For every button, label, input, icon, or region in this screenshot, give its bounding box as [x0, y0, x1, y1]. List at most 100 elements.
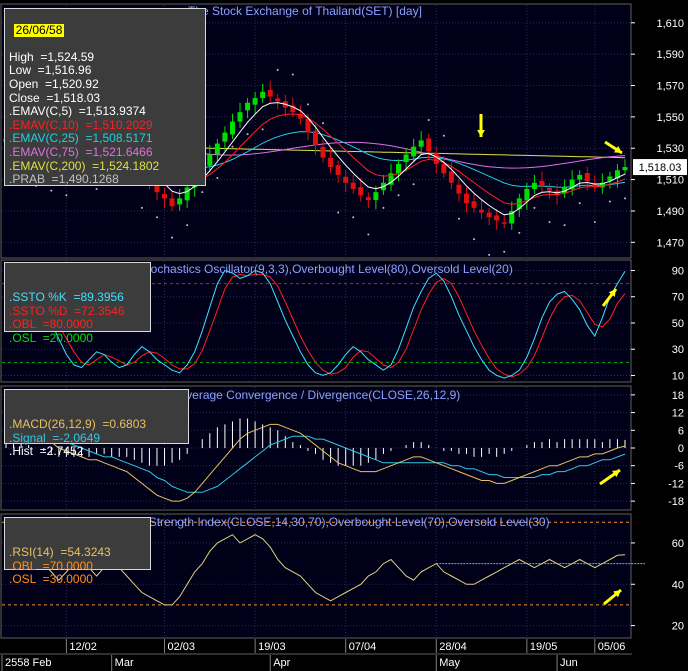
candle-down — [275, 98, 281, 102]
stoch-panel-title: Slow Stochastics Oscillator(9,3,3),Overb… — [110, 262, 513, 276]
candle-down — [584, 173, 590, 182]
prab-dot — [261, 128, 264, 131]
candle-down — [365, 197, 371, 200]
rsi-tick-label: 60 — [672, 538, 684, 550]
info-line: Low =1,516.96 — [9, 63, 92, 78]
prab-dot — [201, 191, 204, 194]
info-line: .Hist =2.7452 — [9, 444, 84, 459]
prab-dot — [457, 217, 460, 220]
prab-dot — [306, 103, 309, 106]
month-tick-label: May — [439, 657, 460, 669]
price-tick-label: 1,550 — [656, 112, 684, 124]
prab-dot — [397, 194, 400, 197]
date-tick-label: 19/03 — [258, 641, 286, 653]
prab-dot — [533, 206, 536, 209]
month-tick-label: Mar — [115, 657, 134, 669]
month-tick-label: Apr — [273, 657, 290, 669]
prab-dot — [442, 134, 445, 137]
info-line: .EMAV(C,75) =1,521.6466 — [9, 144, 153, 159]
candle-up — [245, 102, 251, 111]
info-line: .EMAV(C,5) =1,513.9374 — [9, 104, 146, 119]
candle-up — [373, 192, 379, 200]
prab-dot — [518, 231, 521, 234]
prab-dot — [171, 236, 174, 239]
candle-down — [501, 222, 507, 224]
prab-dot — [382, 206, 385, 209]
price-tick-label: 1,590 — [656, 49, 684, 61]
candle-up — [622, 167, 628, 171]
candle-down — [441, 163, 447, 174]
date-tick-label: 02/03 — [168, 641, 196, 653]
candle-down — [547, 187, 553, 191]
stoch-tick-label: 10 — [672, 370, 684, 382]
candle-up — [260, 91, 266, 99]
prab-dot — [140, 206, 143, 209]
candle-down — [328, 157, 334, 168]
macd-tick-label: -18 — [668, 496, 684, 508]
prab-dot — [473, 238, 476, 241]
price-tick-label: 1,510 — [656, 175, 684, 187]
candle-up — [229, 121, 235, 135]
prab-dot — [352, 216, 355, 219]
date-tick-label: 19/05 — [530, 641, 558, 653]
candle-down — [350, 182, 356, 190]
prab-dot — [624, 197, 626, 200]
date-tick-label: 07/04 — [349, 641, 377, 653]
macd-info-box[interactable]: .MACD(26,12,9) =0.6803 .Signal =-2.0649 .H… — [4, 389, 189, 458]
candle-down — [539, 180, 545, 186]
rsi-panel-title: Relative Strength Index(CLOSE,14,30,70),… — [102, 515, 550, 529]
prab-dot — [412, 183, 415, 186]
candle-down — [267, 89, 273, 97]
prab-dot — [337, 211, 340, 214]
prab-dot — [593, 220, 596, 223]
candle-up — [222, 132, 228, 142]
candle-down — [471, 201, 477, 208]
candle-up — [214, 143, 220, 155]
info-line: .EMAV(C,10) =1,510.2029 — [9, 117, 153, 132]
candle-up — [237, 112, 243, 122]
info-line: High =1,524.59 — [9, 49, 95, 64]
candle-up — [418, 140, 424, 147]
candle-down — [320, 146, 326, 158]
candle-down — [456, 184, 462, 194]
candle-down — [448, 171, 454, 183]
price-info-box[interactable]: 26/06/58 High =1,524.59 Low =1,516.96 Open… — [4, 8, 206, 186]
stoch-info-box[interactable]: .SSTO %K =89.3956 .SSTO %D =72.3546 .OBL =… — [4, 262, 151, 345]
info-line: .PRAB =1,490.1268 — [9, 172, 119, 187]
price-tick-label: 1,530 — [656, 143, 684, 155]
x-axis-area — [0, 639, 688, 671]
prab-dot — [578, 202, 581, 205]
candle-up — [524, 189, 530, 201]
info-line: Close =1,518.03 — [9, 90, 101, 105]
stoch-tick-label: 30 — [672, 344, 684, 356]
last-price-label: 1,518.03 — [639, 162, 682, 174]
info-line: .OSL =20.0000 — [9, 330, 93, 345]
price-tick-label: 1,610 — [656, 18, 684, 30]
candle-down — [426, 138, 432, 152]
date-tick-label: 12/02 — [69, 641, 97, 653]
prab-dot — [186, 224, 189, 227]
candle-up — [411, 146, 417, 157]
candle-up — [207, 154, 213, 166]
date-tick-label: 05/06 — [598, 641, 626, 653]
candle-up — [403, 154, 409, 163]
month-tick-label: 2558 Feb — [5, 657, 51, 669]
rsi-info-box[interactable]: .RSI(14) =54.3243 .OBL =70.0000 .OSL =30.0… — [4, 517, 151, 586]
candle-down — [494, 215, 500, 221]
prab-dot — [155, 216, 158, 219]
rsi-tick-label: 40 — [672, 579, 684, 591]
prab-dot — [488, 253, 491, 256]
month-tick-label: Jun — [560, 657, 578, 669]
candle-down — [335, 165, 341, 175]
info-line: .MACD(26,12,9) =0.6803 — [9, 417, 147, 432]
stoch-tick-label: 70 — [672, 292, 684, 304]
stoch-tick-label: 50 — [672, 318, 684, 330]
macd-tick-label: 12 — [672, 408, 684, 420]
info-line: .EMAV(C,25) =1,508.5171 — [9, 131, 153, 146]
candle-up — [396, 163, 402, 174]
prab-dot — [216, 177, 219, 180]
stoch-tick-label: 90 — [672, 265, 684, 277]
prab-dot — [548, 220, 551, 223]
prab-dot — [322, 122, 325, 125]
info-line: .OSL =30.0000 — [9, 572, 93, 587]
